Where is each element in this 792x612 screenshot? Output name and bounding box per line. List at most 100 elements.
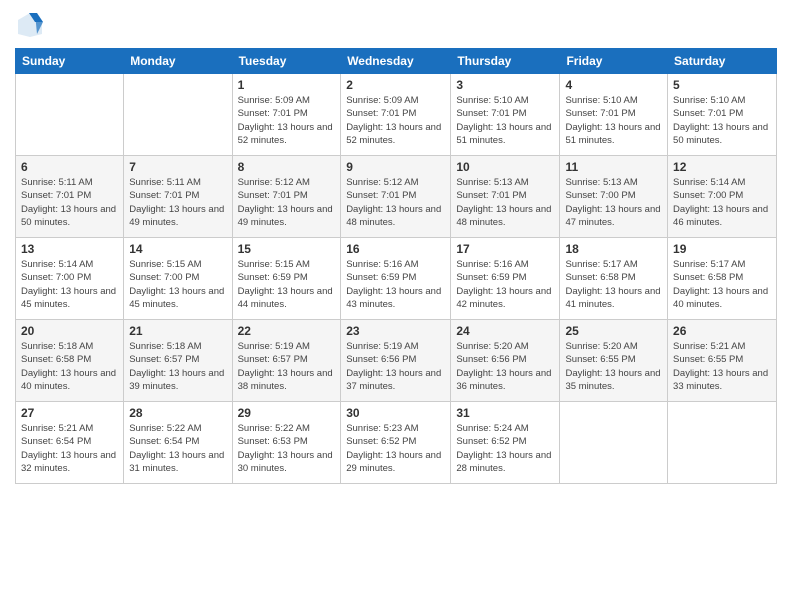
calendar-cell xyxy=(560,402,668,484)
weekday-header: Tuesday xyxy=(232,49,341,74)
calendar-cell: 29 Sunrise: 5:22 AM Sunset: 6:53 PM Dayli… xyxy=(232,402,341,484)
calendar-cell: 24 Sunrise: 5:20 AM Sunset: 6:56 PM Dayli… xyxy=(451,320,560,402)
day-info: Sunrise: 5:11 AM Sunset: 7:01 PM Dayligh… xyxy=(129,176,226,229)
day-info: Sunrise: 5:19 AM Sunset: 6:57 PM Dayligh… xyxy=(238,340,336,393)
calendar-week-row: 20Sunrise: 5:18 AM Sunset: 6:58 PM Dayli… xyxy=(16,320,777,402)
day-info: Sunrise: 5:22 AM Sunset: 6:53 PM Dayligh… xyxy=(238,422,336,475)
day-info: Sunrise: 5:14 AM Sunset: 7:00 PM Dayligh… xyxy=(673,176,771,229)
logo-icon xyxy=(15,10,45,40)
day-info: Sunrise: 5:10 AM Sunset: 7:01 PM Dayligh… xyxy=(673,94,771,147)
calendar-cell: 7 Sunrise: 5:11 AM Sunset: 7:01 PM Daylig… xyxy=(124,156,232,238)
day-number: 23 xyxy=(346,324,445,338)
day-number: 5 xyxy=(673,78,771,92)
day-number: 14 xyxy=(129,242,226,256)
day-info: Sunrise: 5:21 AM Sunset: 6:54 PM Dayligh… xyxy=(21,422,118,475)
calendar: SundayMondayTuesdayWednesdayThursdayFrid… xyxy=(15,48,777,484)
day-info: Sunrise: 5:20 AM Sunset: 6:56 PM Dayligh… xyxy=(456,340,554,393)
calendar-cell: 3 Sunrise: 5:10 AM Sunset: 7:01 PM Daylig… xyxy=(451,74,560,156)
calendar-cell: 15 Sunrise: 5:15 AM Sunset: 6:59 PM Dayli… xyxy=(232,238,341,320)
day-info: Sunrise: 5:13 AM Sunset: 7:01 PM Dayligh… xyxy=(456,176,554,229)
day-info: Sunrise: 5:12 AM Sunset: 7:01 PM Dayligh… xyxy=(346,176,445,229)
day-info: Sunrise: 5:09 AM Sunset: 7:01 PM Dayligh… xyxy=(238,94,336,147)
day-info: Sunrise: 5:10 AM Sunset: 7:01 PM Dayligh… xyxy=(456,94,554,147)
day-number: 26 xyxy=(673,324,771,338)
calendar-cell: 6Sunrise: 5:11 AM Sunset: 7:01 PM Daylig… xyxy=(16,156,124,238)
calendar-cell: 13Sunrise: 5:14 AM Sunset: 7:00 PM Dayli… xyxy=(16,238,124,320)
weekday-header: Monday xyxy=(124,49,232,74)
weekday-header-row: SundayMondayTuesdayWednesdayThursdayFrid… xyxy=(16,49,777,74)
day-number: 12 xyxy=(673,160,771,174)
calendar-cell: 2 Sunrise: 5:09 AM Sunset: 7:01 PM Daylig… xyxy=(341,74,451,156)
day-info: Sunrise: 5:19 AM Sunset: 6:56 PM Dayligh… xyxy=(346,340,445,393)
day-number: 30 xyxy=(346,406,445,420)
day-info: Sunrise: 5:21 AM Sunset: 6:55 PM Dayligh… xyxy=(673,340,771,393)
calendar-cell: 28 Sunrise: 5:22 AM Sunset: 6:54 PM Dayli… xyxy=(124,402,232,484)
calendar-cell: 23 Sunrise: 5:19 AM Sunset: 6:56 PM Dayli… xyxy=(341,320,451,402)
day-number: 11 xyxy=(565,160,662,174)
calendar-cell: 18 Sunrise: 5:17 AM Sunset: 6:58 PM Dayli… xyxy=(560,238,668,320)
day-info: Sunrise: 5:12 AM Sunset: 7:01 PM Dayligh… xyxy=(238,176,336,229)
day-info: Sunrise: 5:13 AM Sunset: 7:00 PM Dayligh… xyxy=(565,176,662,229)
calendar-cell: 25 Sunrise: 5:20 AM Sunset: 6:55 PM Dayli… xyxy=(560,320,668,402)
day-number: 7 xyxy=(129,160,226,174)
day-number: 8 xyxy=(238,160,336,174)
day-number: 24 xyxy=(456,324,554,338)
day-info: Sunrise: 5:10 AM Sunset: 7:01 PM Dayligh… xyxy=(565,94,662,147)
day-info: Sunrise: 5:22 AM Sunset: 6:54 PM Dayligh… xyxy=(129,422,226,475)
calendar-cell: 22Sunrise: 5:19 AM Sunset: 6:57 PM Dayli… xyxy=(232,320,341,402)
page: SundayMondayTuesdayWednesdayThursdayFrid… xyxy=(0,0,792,612)
calendar-cell: 1Sunrise: 5:09 AM Sunset: 7:01 PM Daylig… xyxy=(232,74,341,156)
calendar-week-row: 1Sunrise: 5:09 AM Sunset: 7:01 PM Daylig… xyxy=(16,74,777,156)
day-number: 25 xyxy=(565,324,662,338)
day-info: Sunrise: 5:24 AM Sunset: 6:52 PM Dayligh… xyxy=(456,422,554,475)
day-number: 15 xyxy=(238,242,336,256)
weekday-header: Wednesday xyxy=(341,49,451,74)
day-info: Sunrise: 5:09 AM Sunset: 7:01 PM Dayligh… xyxy=(346,94,445,147)
calendar-cell xyxy=(16,74,124,156)
weekday-header: Saturday xyxy=(668,49,777,74)
calendar-cell xyxy=(668,402,777,484)
calendar-cell xyxy=(124,74,232,156)
day-info: Sunrise: 5:20 AM Sunset: 6:55 PM Dayligh… xyxy=(565,340,662,393)
weekday-header: Thursday xyxy=(451,49,560,74)
day-info: Sunrise: 5:17 AM Sunset: 6:58 PM Dayligh… xyxy=(565,258,662,311)
day-info: Sunrise: 5:16 AM Sunset: 6:59 PM Dayligh… xyxy=(456,258,554,311)
day-number: 10 xyxy=(456,160,554,174)
day-number: 2 xyxy=(346,78,445,92)
calendar-week-row: 27 Sunrise: 5:21 AM Sunset: 6:54 PM Dayli… xyxy=(16,402,777,484)
day-number: 9 xyxy=(346,160,445,174)
day-number: 13 xyxy=(21,242,118,256)
weekday-header: Friday xyxy=(560,49,668,74)
day-number: 4 xyxy=(565,78,662,92)
logo xyxy=(15,10,49,40)
day-number: 19 xyxy=(673,242,771,256)
day-info: Sunrise: 5:18 AM Sunset: 6:57 PM Dayligh… xyxy=(129,340,226,393)
day-number: 6 xyxy=(21,160,118,174)
calendar-cell: 30 Sunrise: 5:23 AM Sunset: 6:52 PM Dayli… xyxy=(341,402,451,484)
day-number: 28 xyxy=(129,406,226,420)
calendar-cell: 12 Sunrise: 5:14 AM Sunset: 7:00 PM Dayli… xyxy=(668,156,777,238)
day-number: 17 xyxy=(456,242,554,256)
calendar-cell: 14Sunrise: 5:15 AM Sunset: 7:00 PM Dayli… xyxy=(124,238,232,320)
calendar-cell: 27 Sunrise: 5:21 AM Sunset: 6:54 PM Dayli… xyxy=(16,402,124,484)
day-number: 27 xyxy=(21,406,118,420)
day-number: 16 xyxy=(346,242,445,256)
calendar-cell: 26 Sunrise: 5:21 AM Sunset: 6:55 PM Dayli… xyxy=(668,320,777,402)
calendar-cell: 20Sunrise: 5:18 AM Sunset: 6:58 PM Dayli… xyxy=(16,320,124,402)
calendar-cell: 16Sunrise: 5:16 AM Sunset: 6:59 PM Dayli… xyxy=(341,238,451,320)
day-info: Sunrise: 5:23 AM Sunset: 6:52 PM Dayligh… xyxy=(346,422,445,475)
calendar-cell: 4 Sunrise: 5:10 AM Sunset: 7:01 PM Daylig… xyxy=(560,74,668,156)
day-number: 3 xyxy=(456,78,554,92)
day-number: 18 xyxy=(565,242,662,256)
calendar-cell: 8 Sunrise: 5:12 AM Sunset: 7:01 PM Daylig… xyxy=(232,156,341,238)
calendar-cell: 11 Sunrise: 5:13 AM Sunset: 7:00 PM Dayli… xyxy=(560,156,668,238)
calendar-cell: 31 Sunrise: 5:24 AM Sunset: 6:52 PM Dayli… xyxy=(451,402,560,484)
day-info: Sunrise: 5:15 AM Sunset: 6:59 PM Dayligh… xyxy=(238,258,336,311)
calendar-week-row: 13Sunrise: 5:14 AM Sunset: 7:00 PM Dayli… xyxy=(16,238,777,320)
day-number: 31 xyxy=(456,406,554,420)
day-number: 29 xyxy=(238,406,336,420)
calendar-cell: 5 Sunrise: 5:10 AM Sunset: 7:01 PM Daylig… xyxy=(668,74,777,156)
calendar-cell: 19Sunrise: 5:17 AM Sunset: 6:58 PM Dayli… xyxy=(668,238,777,320)
weekday-header: Sunday xyxy=(16,49,124,74)
calendar-cell: 17 Sunrise: 5:16 AM Sunset: 6:59 PM Dayli… xyxy=(451,238,560,320)
